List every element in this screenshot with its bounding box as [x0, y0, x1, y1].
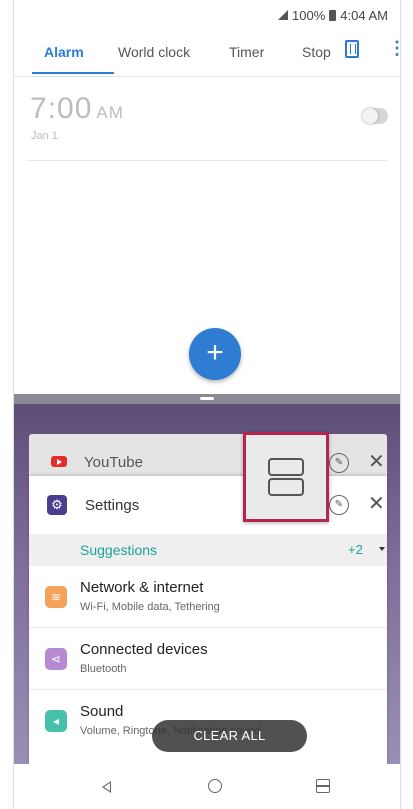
close-icon[interactable]: ✕: [368, 494, 385, 514]
device-screen: 100% 4:04 AM Alarm World clock Timer Sto…: [13, 0, 406, 809]
clear-all-button[interactable]: CLEAR ALL: [152, 720, 307, 752]
alarm-time-value: 7:00: [30, 92, 93, 125]
share-icon: ⋖: [45, 648, 67, 670]
alarm-toggle[interactable]: [362, 108, 388, 124]
split-screen-button[interactable]: [243, 432, 329, 522]
settings-item-title: Sound: [80, 703, 124, 720]
alarm-date: Jan 1: [31, 130, 58, 142]
battery-icon: [329, 9, 337, 21]
settings-item-subtitle: Wi-Fi, Mobile data, Tethering: [80, 601, 220, 613]
tab-stopwatch[interactable]: Stop: [302, 44, 331, 60]
tab-world-clock[interactable]: World clock: [118, 44, 190, 60]
pin-icon[interactable]: ✎: [329, 495, 349, 515]
pin-icon[interactable]: ✎: [329, 453, 349, 473]
suggestions-count: +2: [348, 542, 363, 557]
active-tab-indicator: [32, 72, 114, 74]
settings-item-title: Connected devices: [80, 641, 208, 658]
wifi-icon: ≋: [45, 586, 67, 608]
tab-alarm[interactable]: Alarm: [44, 44, 84, 60]
youtube-icon: [51, 456, 67, 467]
more-options-icon[interactable]: ⋮: [388, 38, 406, 58]
suggestions-bar[interactable]: Suggestions +2: [29, 534, 387, 566]
recent-apps-icon[interactable]: [316, 779, 330, 793]
clock-tab-bar: Alarm World clock Timer Stop ⋮: [14, 32, 406, 74]
settings-item-title: Network & internet: [80, 579, 204, 596]
status-bar: 100% 4:04 AM: [14, 0, 400, 30]
recent-apps-panel: YouTube ✎ ✕ ⚙ Settings ✎ ✕ Suggestions +…: [14, 404, 400, 764]
settings-gear-icon: ⚙: [47, 495, 67, 515]
recent-card-header: ⚙ Settings ✎ ✕: [29, 476, 387, 534]
close-icon[interactable]: ✕: [368, 452, 385, 472]
volume-icon: ◂: [45, 710, 67, 732]
suggestions-label: Suggestions: [80, 542, 158, 558]
recent-card-title: YouTube: [84, 454, 143, 471]
recent-card-title: Settings: [85, 497, 140, 514]
delete-icon[interactable]: [345, 40, 359, 58]
split-screen-divider[interactable]: [14, 394, 400, 404]
settings-item-network[interactable]: ≋ Network & internet Wi-Fi, Mobile data,…: [29, 566, 387, 628]
home-icon[interactable]: [208, 779, 222, 793]
divider: [14, 76, 400, 77]
split-screen-icon: [268, 458, 304, 498]
add-alarm-button[interactable]: +: [189, 328, 241, 380]
alarm-time: 7:00 AM: [30, 92, 124, 126]
divider: [26, 160, 388, 161]
alarm-ampm: AM: [96, 103, 124, 122]
settings-item-connected-devices[interactable]: ⋖ Connected devices Bluetooth: [29, 628, 387, 690]
battery-percent: 100%: [292, 7, 326, 23]
clock-time: 4:04 AM: [340, 7, 388, 23]
back-icon[interactable]: [102, 781, 111, 793]
split-handle[interactable]: [200, 397, 214, 400]
caret-down-icon[interactable]: [379, 547, 385, 551]
navigation-bar: [14, 764, 400, 809]
signal-icon: [278, 10, 289, 20]
tab-timer[interactable]: Timer: [229, 44, 264, 60]
settings-item-subtitle: Bluetooth: [80, 663, 127, 675]
